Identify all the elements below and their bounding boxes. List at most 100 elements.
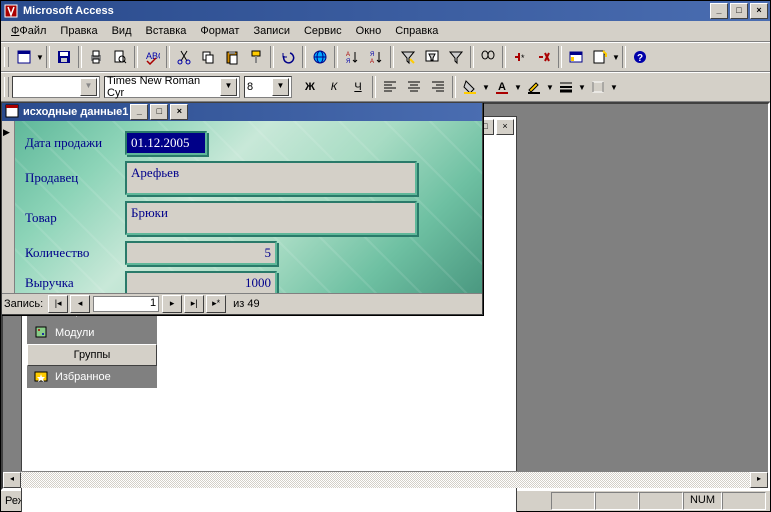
record-selector[interactable]: [2, 121, 15, 293]
input-qty[interactable]: 5: [125, 241, 277, 265]
line-color-button[interactable]: [522, 75, 546, 99]
scroll-track[interactable]: [21, 472, 750, 488]
svg-text:А: А: [346, 52, 350, 58]
toolbar-grip-2[interactable]: [4, 77, 9, 97]
nav-new-button[interactable]: ▸*: [206, 295, 226, 313]
sort-asc-button[interactable]: АЯ: [340, 45, 364, 69]
input-seller[interactable]: Арефьев: [125, 161, 417, 195]
scroll-right-button[interactable]: ▸: [750, 472, 768, 488]
app-icon: [3, 3, 19, 19]
nav-total: из 49: [233, 298, 259, 310]
sidebar-item-modules[interactable]: Модули: [27, 322, 157, 344]
fill-color-dropdown[interactable]: ▼: [482, 83, 490, 92]
menu-tools[interactable]: Сервис: [298, 23, 348, 39]
menu-insert[interactable]: Вставка: [140, 23, 193, 39]
minimize-button[interactable]: _: [710, 3, 728, 19]
view-dropdown[interactable]: ▼: [36, 53, 44, 62]
save-button[interactable]: [52, 45, 76, 69]
sidebar-groups-header[interactable]: Группы: [27, 344, 157, 366]
font-color-button[interactable]: A: [490, 75, 514, 99]
copy-button[interactable]: [196, 45, 220, 69]
menu-format[interactable]: Формат: [194, 23, 245, 39]
font-color-dropdown[interactable]: ▼: [514, 83, 522, 92]
toolbar-grip[interactable]: [4, 47, 9, 67]
app-window: Microsoft Access _ □ × ФФайл Правка Вид …: [0, 0, 771, 512]
object-combo[interactable]: ▼: [12, 76, 100, 98]
fill-color-button[interactable]: [458, 75, 482, 99]
toggle-filter-button[interactable]: [444, 45, 468, 69]
workspace-scrollbar-h[interactable]: ◂ ▸: [3, 471, 768, 488]
menubar: ФФайл Правка Вид Вставка Формат Записи С…: [1, 21, 770, 42]
mdi-workspace: _ □ × Макросы Модули Группы Избранное ис…: [1, 102, 770, 490]
view-button[interactable]: [12, 45, 36, 69]
label-date: Дата продажи: [25, 135, 125, 151]
module-icon: [33, 324, 49, 343]
label-product: Товар: [25, 210, 125, 226]
underline-button[interactable]: Ч: [346, 75, 370, 99]
sort-desc-button[interactable]: ЯА: [364, 45, 388, 69]
nav-first-button[interactable]: |◂: [48, 295, 68, 313]
label-revenue: Выручка: [25, 275, 125, 291]
db-close-button[interactable]: ×: [496, 119, 514, 135]
menu-file[interactable]: ФФайл: [5, 23, 52, 39]
menu-records[interactable]: Записи: [247, 23, 296, 39]
nav-current-input[interactable]: 1: [93, 296, 159, 312]
new-record-button[interactable]: *: [508, 45, 532, 69]
form-window: исходные данные1 _ □ × Дата продажи 01.1…: [1, 102, 483, 315]
database-window-button[interactable]: [564, 45, 588, 69]
form-close-button[interactable]: ×: [170, 104, 188, 120]
menu-help[interactable]: Справка: [389, 23, 444, 39]
align-left-button[interactable]: [378, 75, 402, 99]
menu-view[interactable]: Вид: [106, 23, 138, 39]
special-effect-dropdown[interactable]: ▼: [610, 83, 618, 92]
svg-text:ABC: ABC: [146, 51, 160, 61]
form-minimize-button[interactable]: _: [130, 104, 148, 120]
menu-window[interactable]: Окно: [350, 23, 388, 39]
nav-last-button[interactable]: ▸|: [184, 295, 204, 313]
line-color-dropdown[interactable]: ▼: [546, 83, 554, 92]
font-combo[interactable]: Times New Roman Cyr▼: [104, 76, 240, 98]
close-button[interactable]: ×: [750, 3, 768, 19]
undo-button[interactable]: [276, 45, 300, 69]
status-panel-2: [595, 492, 639, 510]
delete-record-button[interactable]: [532, 45, 556, 69]
special-effect-button[interactable]: [586, 75, 610, 99]
print-button[interactable]: [84, 45, 108, 69]
align-center-button[interactable]: [402, 75, 426, 99]
italic-button[interactable]: К: [322, 75, 346, 99]
favorites-icon: [33, 368, 49, 387]
form-maximize-button[interactable]: □: [150, 104, 168, 120]
filter-selection-button[interactable]: [396, 45, 420, 69]
svg-text:Я: Я: [346, 59, 350, 65]
print-preview-button[interactable]: [108, 45, 132, 69]
hyperlink-button[interactable]: [308, 45, 332, 69]
form-icon: [4, 103, 20, 122]
menu-edit[interactable]: Правка: [54, 23, 103, 39]
nav-prev-button[interactable]: ◂: [70, 295, 90, 313]
help-button[interactable]: ?: [628, 45, 652, 69]
spelling-button[interactable]: ABC: [140, 45, 164, 69]
format-painter-button[interactable]: [244, 45, 268, 69]
input-revenue[interactable]: 1000: [125, 271, 277, 293]
filter-form-button[interactable]: [420, 45, 444, 69]
form-title: исходные данные1: [23, 106, 128, 118]
line-width-dropdown[interactable]: ▼: [578, 83, 586, 92]
align-right-button[interactable]: [426, 75, 450, 99]
find-button[interactable]: [476, 45, 500, 69]
font-size-combo[interactable]: 8▼: [244, 76, 292, 98]
sidebar-item-favorites[interactable]: Избранное: [27, 366, 157, 388]
cut-button[interactable]: [172, 45, 196, 69]
paste-button[interactable]: [220, 45, 244, 69]
input-date[interactable]: 01.12.2005: [125, 131, 207, 155]
new-object-dropdown[interactable]: ▼: [612, 53, 620, 62]
input-product[interactable]: Брюки: [125, 201, 417, 235]
bold-button[interactable]: Ж: [298, 75, 322, 99]
new-object-button[interactable]: [588, 45, 612, 69]
line-width-button[interactable]: [554, 75, 578, 99]
svg-text:А: А: [370, 59, 374, 65]
nav-label: Запись:: [4, 298, 43, 310]
nav-next-button[interactable]: ▸: [162, 295, 182, 313]
maximize-button[interactable]: □: [730, 3, 748, 19]
scroll-left-button[interactable]: ◂: [3, 472, 21, 488]
standard-toolbar: ▼ ABC АЯ ЯА * ▼ ?: [1, 42, 770, 72]
